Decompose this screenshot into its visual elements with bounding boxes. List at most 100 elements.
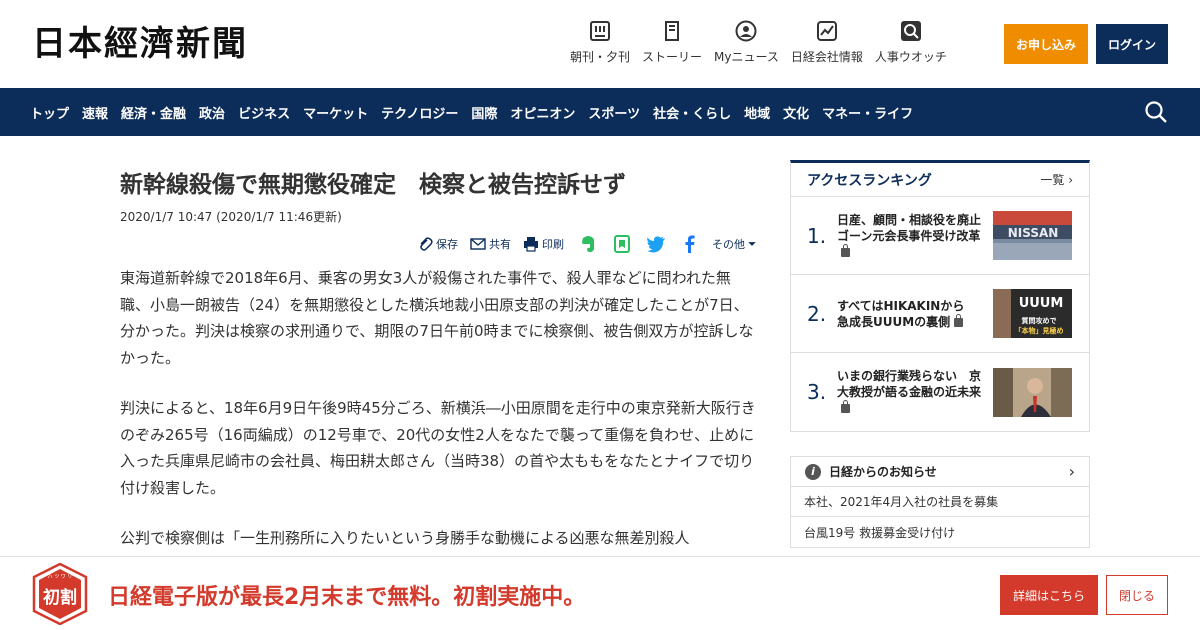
chevron-right-icon: › bbox=[1068, 173, 1073, 187]
rank-number: 2. bbox=[807, 301, 827, 326]
evernote-button[interactable] bbox=[578, 234, 598, 254]
promo-close-button[interactable]: 閉じる bbox=[1106, 575, 1168, 615]
print-button[interactable]: 印刷 bbox=[523, 236, 564, 252]
notice-header-left: i 日経からのお知らせ bbox=[805, 463, 937, 480]
category-region[interactable]: 地域 bbox=[744, 103, 770, 122]
thumb-text: 「本物」見極め bbox=[1015, 326, 1064, 335]
nav-label: 人事ウオッチ bbox=[874, 50, 947, 64]
category-politics[interactable]: 政治 bbox=[199, 103, 225, 122]
promo-banner: ハ ツ ワ リ 初割 日経電子版が最長2月末まで無料。初割実施中。 詳細はこちら… bbox=[0, 556, 1200, 630]
rank-headline: すべてはHIKAKINから 急成長UUUMの裏側 bbox=[837, 298, 987, 330]
lock-icon bbox=[841, 400, 850, 413]
article-date: 2020/1/7 10:47 (2020/1/7 11:46更新) bbox=[120, 210, 342, 224]
rank-headline-text: 日産、顧問・相談役を廃止 ゴーン元会長事件受け改革 bbox=[837, 212, 994, 243]
notice-title: 日経からのお知らせ bbox=[829, 465, 937, 479]
ranking-title: アクセスランキング bbox=[807, 172, 932, 189]
save-button[interactable]: 保存 bbox=[417, 236, 458, 252]
ranking-thumbnail: UUUM 質問攻めで 「本物」見極め bbox=[993, 289, 1072, 338]
lock-icon bbox=[954, 313, 964, 327]
rank-headline: 日産、顧問・相談役を廃止 ゴーン元会長事件受け改革 bbox=[837, 212, 993, 260]
promo-detail-button[interactable]: 詳細はこちら bbox=[1000, 575, 1098, 615]
category-business[interactable]: ビジネス bbox=[238, 103, 290, 122]
article-body: 東海道新幹線で2018年6月、乗客の男女3人が殺傷された事件で、殺人罪などに問わ… bbox=[120, 265, 760, 552]
nav-company-info[interactable]: 日経会社情報 bbox=[791, 20, 863, 65]
nav-label: 日経会社情報 bbox=[790, 50, 863, 64]
book-icon bbox=[665, 21, 680, 41]
site-header: 日本經濟新聞 朝刊・夕刊 ストーリー Myニュース 日経会社情報 人事ウオッチ … bbox=[0, 0, 1200, 88]
more-share-dropdown[interactable]: その他 bbox=[712, 236, 760, 252]
promo-text: 日経電子版が最長2月末まで無料。初割実施中。 bbox=[108, 585, 586, 610]
more-label: その他 bbox=[712, 238, 745, 251]
printer-icon bbox=[524, 237, 538, 252]
rank-number: 3. bbox=[807, 380, 827, 404]
hatena-bookmark-button[interactable] bbox=[612, 234, 632, 254]
category-market[interactable]: マーケット bbox=[303, 103, 368, 122]
login-button[interactable]: ログイン bbox=[1096, 24, 1168, 64]
ranking-item[interactable]: 1. 日産、顧問・相談役を廃止 ゴーン元会長事件受け改革 NISSAN bbox=[791, 197, 1089, 275]
notice-item[interactable]: 台風19号 救援募金受け付け bbox=[791, 517, 1089, 547]
subscribe-button[interactable]: お申し込み bbox=[1004, 24, 1088, 64]
thumb-text: NISSAN bbox=[1008, 226, 1059, 240]
nav-story[interactable]: ストーリー bbox=[642, 20, 702, 65]
category-opinion[interactable]: オピニオン bbox=[510, 103, 575, 122]
category-culture[interactable]: 文化 bbox=[783, 103, 809, 122]
thumb-text: 質問攻めで bbox=[1022, 316, 1057, 325]
caret-down-icon bbox=[748, 242, 756, 246]
nikkei-logo[interactable]: 日本經濟新聞 bbox=[32, 24, 248, 64]
search-icon[interactable] bbox=[1144, 100, 1168, 124]
print-label: 印刷 bbox=[542, 238, 564, 251]
hatsuwari-badge-icon: ハ ツ ワ リ 初割 bbox=[32, 563, 88, 625]
category-money-life[interactable]: マネー・ライフ bbox=[822, 103, 913, 122]
ranking-item[interactable]: 2. すべてはHIKAKINから 急成長UUUMの裏側 UUUM 質問攻めで 「… bbox=[791, 275, 1089, 353]
category-society[interactable]: 社会・くらし bbox=[653, 103, 731, 122]
badge-ruby: ハ ツ ワ リ bbox=[48, 574, 73, 580]
facebook-button[interactable] bbox=[680, 234, 700, 254]
category-top[interactable]: トップ bbox=[30, 103, 69, 122]
clip-icon bbox=[420, 237, 433, 251]
nav-morning-evening-edition[interactable]: 朝刊・夕刊 bbox=[570, 20, 630, 65]
ranking-more-label: 一覧 bbox=[1040, 173, 1065, 187]
mail-icon bbox=[470, 238, 486, 250]
category-economy[interactable]: 経済・金融 bbox=[121, 103, 186, 122]
category-breaking[interactable]: 速報 bbox=[82, 103, 108, 122]
article-paragraph: 判決によると、18年6月9日午後9時45分ごろ、新横浜―小田原間を走行中の東京発… bbox=[120, 399, 756, 497]
evernote-icon bbox=[582, 236, 594, 252]
chart-icon bbox=[816, 21, 837, 41]
save-label: 保存 bbox=[436, 238, 458, 251]
access-ranking: アクセスランキング 一覧 › 1. 日産、顧問・相談役を廃止 ゴーン元会長事件受… bbox=[790, 160, 1090, 432]
category-sports[interactable]: スポーツ bbox=[588, 103, 640, 122]
thumb-text: UUUM bbox=[1019, 296, 1064, 311]
ranking-header: アクセスランキング 一覧 › bbox=[791, 163, 1089, 197]
rank-number: 1. bbox=[807, 223, 827, 248]
info-icon: i bbox=[805, 463, 821, 480]
chevron-right-icon: › bbox=[1068, 462, 1075, 481]
category-list: トップ 速報 経済・金融 政治 ビジネス マーケット テクノロジー 国際 オピニ… bbox=[30, 88, 926, 136]
twitter-button[interactable] bbox=[646, 234, 666, 254]
bookmark-icon bbox=[614, 235, 630, 253]
rank-headline-text: いまの銀行業残らない 京大教授が語る金融の近未来 bbox=[837, 369, 982, 399]
share-button[interactable]: 共有 bbox=[470, 236, 511, 252]
nav-personnel-watch[interactable]: 人事ウオッチ bbox=[875, 20, 947, 65]
notice-header[interactable]: i 日経からのお知らせ › bbox=[791, 457, 1089, 487]
header-nav: 朝刊・夕刊 ストーリー Myニュース 日経会社情報 人事ウオッチ bbox=[570, 20, 959, 65]
notice-item[interactable]: 本社、2021年4月入社の社員を募集 bbox=[791, 487, 1089, 517]
nav-my-news[interactable]: Myニュース bbox=[714, 20, 779, 65]
badge-text: 初割 bbox=[43, 587, 77, 608]
share-label: 共有 bbox=[489, 238, 511, 251]
twitter-icon bbox=[647, 236, 665, 253]
nav-label: 朝刊・夕刊 bbox=[570, 50, 631, 64]
category-navbar: トップ 速報 経済・金融 政治 ビジネス マーケット テクノロジー 国際 オピニ… bbox=[0, 88, 1200, 136]
nikkei-notice: i 日経からのお知らせ › 本社、2021年4月入社の社員を募集 台風19号 救… bbox=[790, 456, 1090, 548]
article-title: 新幹線殺傷で無期懲役確定 検察と被告控訴せず bbox=[120, 172, 626, 198]
nav-label: ストーリー bbox=[642, 50, 703, 64]
newspaper-icon bbox=[590, 21, 610, 41]
magnifier-icon bbox=[900, 21, 921, 41]
category-international[interactable]: 国際 bbox=[471, 103, 497, 122]
ranking-more-link[interactable]: 一覧 › bbox=[1040, 171, 1073, 188]
ranking-item[interactable]: 3. いまの銀行業残らない 京大教授が語る金融の近未来 bbox=[791, 353, 1089, 431]
article: 新幹線殺傷で無期懲役確定 検察と被告控訴せず 2020/1/7 10:47 (2… bbox=[120, 136, 760, 576]
person-icon bbox=[735, 20, 757, 42]
category-technology[interactable]: テクノロジー bbox=[381, 103, 458, 122]
lock-icon bbox=[841, 243, 850, 257]
ranking-thumbnail: NISSAN bbox=[993, 211, 1072, 260]
